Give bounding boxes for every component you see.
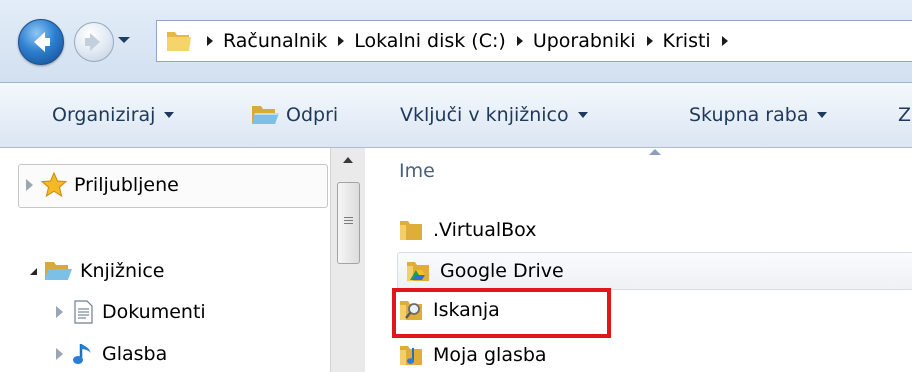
grip-line: [344, 223, 353, 224]
highlight-annotation: [392, 288, 611, 338]
folder-icon: [167, 32, 191, 51]
include-in-library-label: Vključi v knjižnico: [400, 104, 569, 126]
library-icon: [45, 262, 72, 280]
address-bar[interactable]: Računalnik Lokalni disk (C:) Uporabniki …: [156, 20, 912, 62]
recent-pages-dropdown-icon[interactable]: [116, 32, 132, 48]
file-name: Google Drive: [440, 260, 564, 282]
list-item[interactable]: Google Drive: [397, 252, 912, 290]
breadcrumb-separator-icon[interactable]: [516, 36, 523, 46]
grip-line: [344, 220, 353, 221]
organize-label: Organiziraj: [52, 104, 156, 126]
google-drive-folder-icon: [407, 262, 429, 281]
breadcrumb-separator-icon[interactable]: [338, 36, 345, 46]
tree-item-label: Dokumenti: [102, 301, 206, 323]
list-item[interactable]: .VirtualBox: [397, 213, 912, 247]
include-in-library-button[interactable]: Vključi v knjižnico: [400, 83, 588, 147]
arrow-left-icon: [34, 32, 50, 52]
sort-ascending-icon: [649, 149, 661, 155]
back-button[interactable]: [18, 19, 64, 65]
open-folder-icon: [252, 106, 279, 124]
star-icon: [41, 172, 67, 198]
file-name: .VirtualBox: [433, 219, 537, 241]
breadcrumb-item[interactable]: Uporabniki: [533, 30, 636, 52]
navigation-pane: Priljubljene Knjižnice Dokumenti Glasba: [0, 148, 365, 372]
expand-arrow-icon[interactable]: [56, 306, 63, 318]
open-button[interactable]: Odpri: [250, 83, 338, 147]
breadcrumb-separator-icon[interactable]: [721, 36, 728, 46]
organize-menu-button[interactable]: Organiziraj: [52, 83, 175, 147]
next-command-button[interactable]: Z: [898, 83, 911, 147]
column-header-name[interactable]: Ime: [399, 160, 435, 182]
scroll-up-arrow-icon[interactable]: [331, 148, 365, 174]
command-bar: Organiziraj Odpri Vključi v knjižnico Sk…: [0, 83, 912, 148]
chevron-down-icon: [817, 112, 828, 118]
breadcrumb-item[interactable]: Lokalni disk (C:): [354, 30, 506, 52]
collapse-arrow-icon[interactable]: [30, 267, 37, 275]
share-with-label: Skupna raba: [689, 104, 809, 126]
forward-button[interactable]: [74, 22, 114, 62]
tree-item-music[interactable]: Glasba: [56, 336, 167, 372]
address-toolbar: Računalnik Lokalni disk (C:) Uporabniki …: [0, 0, 912, 83]
chevron-down-icon: [577, 112, 588, 118]
tree-item-label: Glasba: [102, 343, 168, 365]
breadcrumb-separator-icon[interactable]: [646, 36, 653, 46]
file-name: Moja glasba: [433, 344, 547, 366]
next-command-label: Z: [898, 104, 912, 126]
file-list-pane: Ime .VirtualBox Google Drive Iskanja Moj…: [365, 148, 912, 372]
tree-item-label: Knjižnice: [80, 260, 165, 282]
breadcrumb-item[interactable]: Računalnik: [223, 30, 327, 52]
open-label: Odpri: [286, 104, 339, 126]
tree-item-label: Priljubljene: [74, 174, 179, 196]
breadcrumb-item[interactable]: Kristi: [663, 30, 711, 52]
tree-item-documents[interactable]: Dokumenti: [56, 294, 206, 330]
expand-arrow-icon[interactable]: [56, 348, 63, 360]
breadcrumb: Računalnik Lokalni disk (C:) Uporabniki …: [207, 21, 738, 61]
tree-item-favorites[interactable]: Priljubljene: [26, 167, 179, 203]
music-folder-icon: [400, 346, 422, 365]
scrollbar-thumb[interactable]: [337, 182, 360, 264]
grip-line: [344, 217, 353, 218]
tree-item-libraries[interactable]: Knjižnice: [30, 253, 165, 289]
expand-arrow-icon[interactable]: [26, 179, 33, 191]
breadcrumb-separator-icon[interactable]: [207, 36, 213, 46]
list-item[interactable]: Moja glasba: [397, 338, 912, 372]
nav-pane-scrollbar[interactable]: [330, 148, 365, 372]
chevron-down-icon: [164, 112, 175, 118]
document-icon: [74, 300, 93, 324]
arrow-right-icon: [85, 33, 100, 51]
music-note-icon: [73, 344, 91, 364]
folder-icon: [400, 221, 422, 240]
share-with-button[interactable]: Skupna raba: [689, 83, 828, 147]
